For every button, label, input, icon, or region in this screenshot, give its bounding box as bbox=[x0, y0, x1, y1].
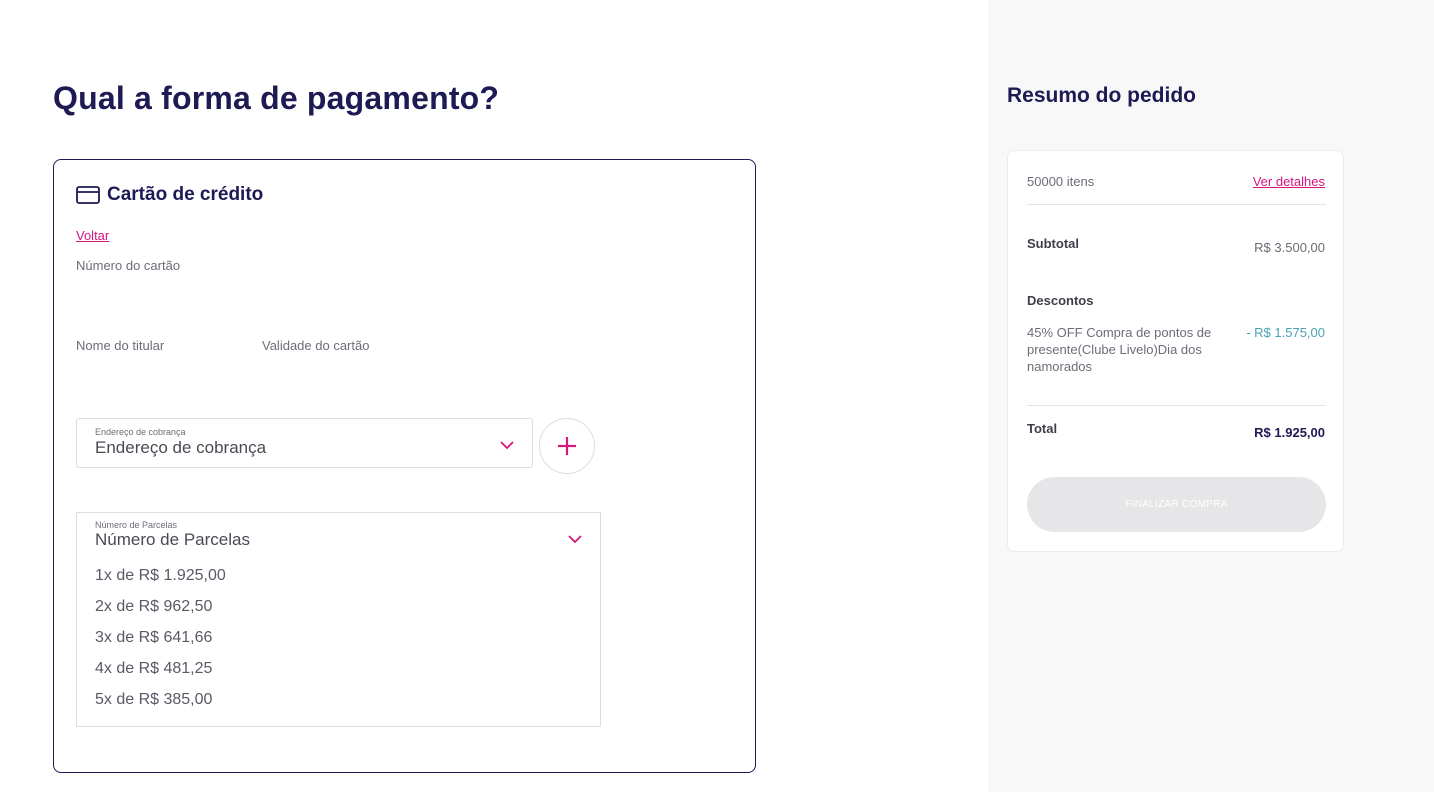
installments-value: Número de Parcelas bbox=[95, 530, 250, 549]
total-label: Total bbox=[1027, 421, 1058, 436]
payment-method-header: Cartão de crédito bbox=[76, 184, 263, 206]
installment-option-2[interactable]: 2x de R$ 962,50 bbox=[95, 596, 226, 627]
divider bbox=[1027, 204, 1326, 205]
subtotal-label: Subtotal bbox=[1027, 236, 1079, 251]
holder-name-label: Nome do titular bbox=[76, 338, 165, 353]
back-link[interactable]: Voltar bbox=[76, 228, 109, 243]
credit-card-icon bbox=[76, 186, 100, 204]
card-number-label: Número do cartão bbox=[76, 258, 181, 273]
discounts-label: Descontos bbox=[1027, 293, 1094, 308]
expiry-label: Validade do cartão bbox=[262, 338, 370, 353]
page-title: Qual a forma de pagamento? bbox=[53, 80, 500, 116]
items-count: 50000 itens bbox=[1027, 174, 1095, 189]
installments-options: 1x de R$ 1.925,00 2x de R$ 962,50 3x de … bbox=[95, 565, 226, 720]
main-content: Qual a forma de pagamento? Cartão de cré… bbox=[0, 0, 988, 792]
add-address-button[interactable] bbox=[539, 418, 595, 474]
summary-title: Resumo do pedido bbox=[1007, 84, 1196, 107]
chevron-down-icon bbox=[568, 535, 582, 543]
billing-address-small-label: Endereço de cobrança bbox=[95, 427, 186, 437]
installments-small-label: Número de Parcelas bbox=[95, 520, 178, 530]
discount-description: 45% OFF Compra de pontos de presente(Clu… bbox=[1027, 325, 1212, 374]
payment-card: Cartão de crédito Voltar Número do cartã… bbox=[53, 159, 756, 773]
chevron-down-icon bbox=[500, 441, 514, 449]
installments-select[interactable]: Número de Parcelas Número de Parcelas 1x… bbox=[76, 512, 601, 727]
view-details-link[interactable]: Ver detalhes bbox=[1253, 174, 1325, 189]
installment-option-1[interactable]: 1x de R$ 1.925,00 bbox=[95, 565, 226, 596]
payment-method-title: Cartão de crédito bbox=[107, 184, 264, 205]
plus-icon bbox=[558, 437, 576, 455]
installment-option-3[interactable]: 3x de R$ 641,66 bbox=[95, 627, 226, 658]
divider bbox=[1027, 405, 1326, 406]
installment-option-4[interactable]: 4x de R$ 481,25 bbox=[95, 658, 226, 689]
discount-value: - R$ 1.575,00 bbox=[1246, 325, 1325, 340]
billing-address-value: Endereço de cobrança bbox=[95, 438, 267, 457]
summary-card: 50000 itens Ver detalhes Subtotal R$ 3.5… bbox=[1007, 150, 1344, 552]
finish-purchase-button[interactable]: FINALIZAR COMPRA bbox=[1027, 477, 1326, 532]
subtotal-value: R$ 3.500,00 bbox=[1254, 240, 1325, 255]
billing-address-select[interactable]: Endereço de cobrança Endereço de cobranç… bbox=[76, 418, 533, 468]
order-summary-sidebar: Resumo do pedido 50000 itens Ver detalhe… bbox=[988, 0, 1434, 792]
installment-option-5[interactable]: 5x de R$ 385,00 bbox=[95, 689, 226, 720]
total-value: R$ 1.925,00 bbox=[1254, 425, 1325, 440]
